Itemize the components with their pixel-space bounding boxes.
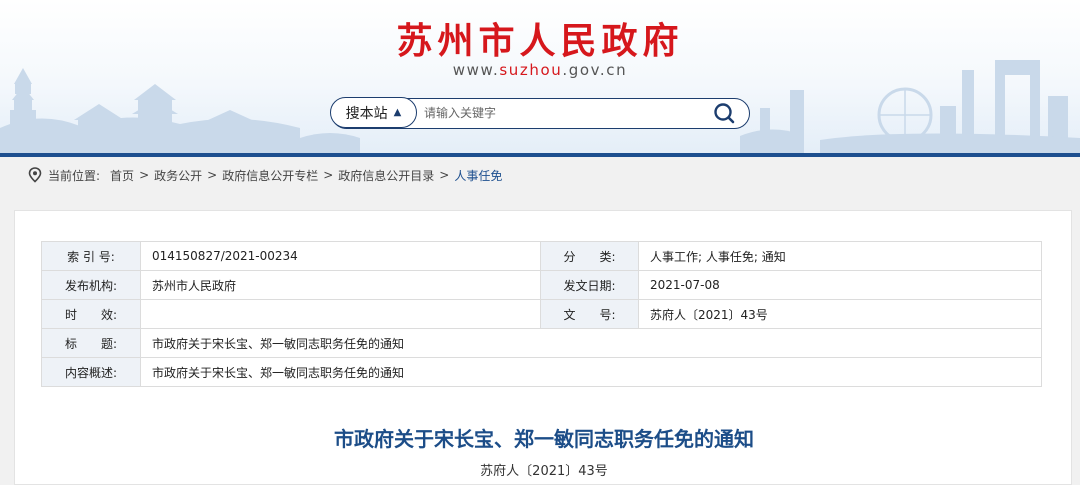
summary-label: 内容概述: (41, 357, 141, 387)
issuer-label: 发布机构: (41, 270, 141, 300)
validity-value (140, 299, 541, 329)
doc-number-label: 文 号: (540, 299, 639, 329)
table-row: 标 题: 市政府关于宋长宝、郑一敏同志职务任免的通知 (41, 328, 1042, 358)
date-label: 发文日期: (540, 270, 639, 300)
table-row: 时 效: 文 号: 苏府人〔2021〕43号 (41, 299, 1042, 329)
date-value: 2021-07-08 (638, 270, 1042, 300)
caret-up-icon: ▲ (393, 107, 402, 118)
title-value: 市政府关于宋长宝、郑一敏同志职务任免的通知 (140, 328, 1042, 358)
validity-label: 时 效: (41, 299, 141, 329)
table-row: 索 引 号: 014150827/2021-00234 分 类: 人事工作; 人… (41, 241, 1042, 271)
site-url-brand: suzhou (499, 61, 563, 79)
location-pin-icon (28, 167, 42, 183)
site-title: 苏州市人民政府 (396, 20, 684, 62)
category-value: 人事工作; 人事任免; 通知 (638, 241, 1042, 271)
index-value: 014150827/2021-00234 (140, 241, 541, 271)
header-divider (0, 153, 1080, 157)
breadcrumb-info-directory[interactable]: 政府信息公开目录 (338, 167, 434, 184)
table-row: 发布机构: 苏州市人民政府 发文日期: 2021-07-08 (41, 270, 1042, 300)
summary-value: 市政府关于宋长宝、郑一敏同志职务任免的通知 (140, 357, 1042, 387)
breadcrumb-personnel[interactable]: 人事任免 (454, 167, 502, 184)
breadcrumb-separator: > (207, 168, 218, 182)
table-row: 内容概述: 市政府关于宋长宝、郑一敏同志职务任免的通知 (41, 357, 1042, 387)
content-panel: 索 引 号: 014150827/2021-00234 分 类: 人事工作; 人… (14, 210, 1072, 485)
document-metadata-table: 索 引 号: 014150827/2021-00234 分 类: 人事工作; 人… (41, 241, 1042, 387)
search-input[interactable] (424, 104, 694, 122)
title-label: 标 题: (41, 328, 141, 358)
breadcrumb-separator: > (439, 168, 450, 182)
category-label: 分 类: (540, 241, 639, 271)
site-header: 苏州市人民政府 www.suzhou.gov.cn 搜本站 ▲ (0, 0, 1080, 153)
doc-number-value: 苏府人〔2021〕43号 (638, 299, 1042, 329)
search-bar: 搜本站 ▲ (330, 97, 750, 129)
breadcrumb: 当前位置: 首页 > 政务公开 > 政府信息公开专栏 > 政府信息公开目录 > … (28, 161, 502, 189)
breadcrumb-home[interactable]: 首页 (110, 167, 134, 184)
breadcrumb-separator: > (139, 168, 150, 182)
issuer-value: 苏州市人民政府 (140, 270, 541, 300)
search-scope-dropdown[interactable]: 搜本站 ▲ (330, 97, 417, 128)
breadcrumb-separator: > (323, 168, 334, 182)
search-icon[interactable] (713, 102, 735, 124)
index-label: 索 引 号: (41, 241, 141, 271)
breadcrumb-gov-affairs[interactable]: 政务公开 (154, 167, 202, 184)
breadcrumb-info-column[interactable]: 政府信息公开专栏 (222, 167, 318, 184)
document-title: 市政府关于宋长宝、郑一敏同志职务任免的通知 (334, 427, 754, 451)
site-url: www.suzhou.gov.cn (452, 61, 628, 79)
document-number: 苏府人〔2021〕43号 (480, 464, 608, 479)
breadcrumb-prefix: 当前位置: (48, 168, 101, 183)
search-scope-label: 搜本站 (345, 105, 388, 122)
